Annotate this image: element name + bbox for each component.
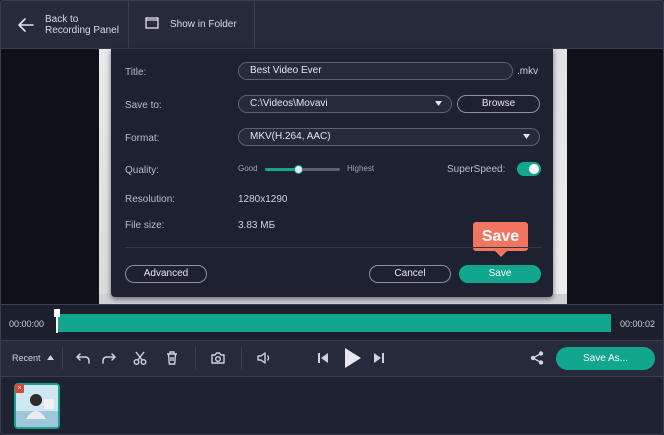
browse-button[interactable]: Browse <box>457 95 540 113</box>
remove-recording-icon[interactable]: × <box>15 384 24 393</box>
play-icon[interactable] <box>340 346 364 370</box>
dialog-divider <box>125 247 541 248</box>
file-extension: .mkv <box>517 66 539 77</box>
controls-bar: Recent Save As... <box>1 341 663 377</box>
skip-back-icon[interactable] <box>315 350 331 366</box>
resolution-label: Resolution: <box>125 194 176 205</box>
folder-icon <box>145 17 159 29</box>
recent-recordings-strip: × <box>1 377 663 434</box>
timeline: 00:00:00 00:00:02 <box>1 304 663 341</box>
format-value: MKV(H.264, AAC) <box>250 131 331 142</box>
save-to-select[interactable]: C:\Videos\Movavi <box>238 95 452 113</box>
resolution-value: 1280x1290 <box>238 194 288 205</box>
volume-icon[interactable] <box>256 350 272 366</box>
save-to-label: Save to: <box>125 100 162 111</box>
show-in-folder-button[interactable]: Show in Folder <box>129 1 255 48</box>
timeline-track[interactable] <box>57 314 611 332</box>
superspeed-label: SuperSpeed: <box>447 164 506 175</box>
superspeed-toggle[interactable] <box>517 162 541 176</box>
cut-icon[interactable] <box>132 350 148 366</box>
file-size-value: 3.83 МБ <box>238 220 276 231</box>
file-size-label: File size: <box>125 220 165 231</box>
start-time: 00:00:00 <box>9 319 45 329</box>
quality-slider-handle[interactable] <box>294 165 304 174</box>
save-button[interactable]: Save <box>459 265 541 283</box>
quality-highest-label: Highest <box>347 164 375 173</box>
undo-icon[interactable] <box>75 350 91 366</box>
separator <box>62 347 63 369</box>
screen-recorder-app: Back to Recording Panel Show in Folder T… <box>0 0 664 435</box>
redo-icon[interactable] <box>101 350 117 366</box>
snapshot-icon[interactable] <box>210 350 226 366</box>
skip-forward-icon[interactable] <box>371 350 387 366</box>
end-time: 00:00:02 <box>620 319 656 329</box>
format-label: Format: <box>125 133 160 144</box>
top-bar: Back to Recording Panel Show in Folder <box>1 1 663 49</box>
separator <box>195 347 196 369</box>
chevron-up-icon <box>47 355 54 360</box>
recent-label: Recent <box>12 353 41 363</box>
back-arrow-icon <box>18 18 34 32</box>
format-select[interactable]: MKV(H.264, AAC) <box>238 128 540 146</box>
back-label: Back to Recording Panel <box>45 14 119 36</box>
share-icon[interactable] <box>529 350 545 366</box>
delete-icon[interactable] <box>164 350 180 366</box>
cancel-button[interactable]: Cancel <box>369 265 451 283</box>
save-to-value: C:\Videos\Movavi <box>250 98 328 109</box>
playhead-marker[interactable] <box>54 309 60 333</box>
quality-label: Quality: <box>125 165 159 176</box>
quality-slider[interactable] <box>265 165 340 174</box>
advanced-button[interactable]: Advanced <box>125 265 207 283</box>
title-input[interactable]: Best Video Ever <box>238 62 513 80</box>
chevron-down-icon <box>435 101 442 106</box>
quality-good-label: Good <box>238 164 258 173</box>
export-dialog: Title: Best Video Ever .mkv Save to: C:\… <box>111 49 553 297</box>
chevron-down-icon <box>523 134 530 139</box>
back-to-recording-panel-button[interactable]: Back to Recording Panel <box>1 1 129 48</box>
separator <box>241 347 242 369</box>
save-as-button[interactable]: Save As... <box>556 347 655 370</box>
show-in-folder-label: Show in Folder <box>170 19 237 30</box>
title-label: Title: <box>125 67 147 78</box>
